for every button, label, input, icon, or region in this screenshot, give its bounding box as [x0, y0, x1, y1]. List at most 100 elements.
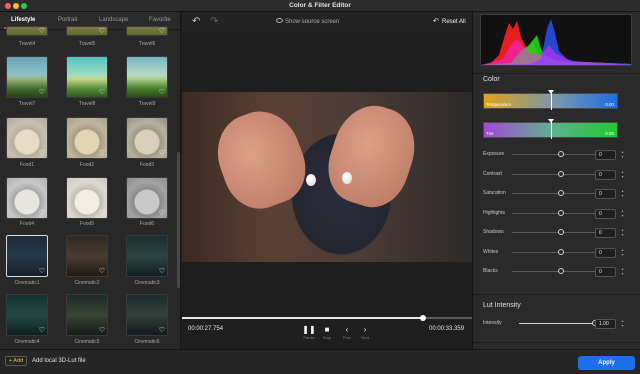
pause-button[interactable]: ❚❚ Pause: [299, 325, 319, 340]
next-button[interactable]: › Next: [355, 325, 375, 340]
heart-icon[interactable]: ♡: [99, 150, 105, 157]
temperature-handle-line[interactable]: [551, 92, 552, 110]
blacks-handle[interactable]: [557, 268, 564, 274]
preset-thumb-travel5[interactable]: ♡: [66, 26, 108, 36]
contrast-label: Contrast: [483, 171, 502, 177]
preset-thumb-food3[interactable]: ♡: [126, 117, 168, 159]
current-time: 00:00:27.754: [188, 326, 224, 332]
undo-icon[interactable]: ↶: [192, 16, 200, 27]
preset-thumb-travel7[interactable]: ♡: [6, 56, 48, 98]
heart-icon[interactable]: ♡: [39, 210, 45, 217]
heart-icon[interactable]: ♡: [99, 210, 105, 217]
heart-icon[interactable]: ♡: [159, 210, 165, 217]
temperature-handle[interactable]: [548, 90, 554, 94]
highlights-stepper[interactable]: ▴ ▾: [619, 208, 626, 219]
heart-icon[interactable]: ♡: [159, 268, 165, 275]
preset-label: Food5: [79, 221, 95, 227]
tab-portrait[interactable]: Portrait: [58, 17, 77, 23]
tab-favorite[interactable]: Favorite: [149, 17, 171, 23]
tint-handle-line[interactable]: [551, 121, 552, 139]
progress-handle[interactable]: [419, 315, 426, 321]
tab-landscape[interactable]: Landscape: [99, 17, 128, 23]
exposure-field[interactable]: 0: [595, 150, 616, 160]
heart-icon[interactable]: ♡: [39, 268, 45, 275]
preset-label: Travel5: [78, 41, 96, 47]
heart-icon[interactable]: ♡: [159, 89, 165, 96]
highlights-field[interactable]: 0: [595, 209, 616, 219]
preset-thumb-cinematic4[interactable]: ♡: [6, 294, 48, 336]
next-icon: ›: [363, 325, 367, 334]
tint-slider[interactable]: Tint 0.00: [483, 119, 618, 139]
preset-thumb-food4[interactable]: ♡: [6, 177, 48, 219]
reset-all-button[interactable]: Reset All: [442, 19, 466, 25]
heart-icon[interactable]: ♡: [99, 327, 105, 334]
preset-thumb-cinematic3[interactable]: ♡: [126, 235, 168, 277]
exposure-handle[interactable]: [557, 151, 564, 157]
saturation-stepper[interactable]: ▴ ▾: [619, 188, 626, 199]
heart-icon[interactable]: ♡: [99, 89, 105, 96]
preset-thumb-cinematic2[interactable]: ♡: [66, 235, 108, 277]
shadows-stepper[interactable]: ▴ ▾: [619, 227, 626, 238]
preset-thumb-travel8[interactable]: ♡: [66, 56, 108, 98]
divider: [473, 342, 640, 343]
preset-thumb-cinematic5[interactable]: ♡: [66, 294, 108, 336]
add-lut-button[interactable]: + Add: [5, 356, 27, 366]
blacks-stepper[interactable]: ▴ ▾: [619, 266, 626, 277]
preset-thumb-food6[interactable]: ♡: [126, 177, 168, 219]
preset-thumb-travel9[interactable]: ♡: [126, 56, 168, 98]
preset-thumb-travel6[interactable]: ♡: [126, 26, 168, 36]
reset-icon[interactable]: ↶: [433, 17, 439, 25]
heart-icon[interactable]: ♡: [39, 89, 45, 96]
heart-icon[interactable]: ♡: [159, 327, 165, 334]
preset-label: Food4: [19, 221, 35, 227]
heart-icon[interactable]: ♡: [159, 28, 165, 35]
preset-thumb-food2[interactable]: ♡: [66, 117, 108, 159]
intensity-stepper[interactable]: ▴ ▾: [619, 318, 626, 329]
total-time: 00:00:33.359: [429, 326, 465, 332]
exposure-stepper[interactable]: ▴ ▾: [619, 149, 626, 160]
next-label: Next: [360, 335, 370, 340]
heart-icon[interactable]: ♡: [39, 150, 45, 157]
video-preview[interactable]: [182, 92, 472, 262]
preset-scrollbar[interactable]: [177, 152, 180, 288]
heart-icon[interactable]: ♡: [39, 327, 45, 334]
contrast-stepper[interactable]: ▴ ▾: [619, 169, 626, 180]
preset-thumb-food1[interactable]: ♡: [6, 117, 48, 159]
contrast-field[interactable]: 0: [595, 170, 616, 180]
stop-button[interactable]: ■ Stop: [317, 325, 337, 340]
tint-handle[interactable]: [548, 119, 554, 123]
heart-icon[interactable]: ♡: [99, 268, 105, 275]
preset-thumb-cinematic6[interactable]: ♡: [126, 294, 168, 336]
shadows-handle[interactable]: [557, 229, 564, 235]
prev-button[interactable]: ‹ Prev: [337, 325, 357, 340]
apply-button[interactable]: Apply: [578, 356, 635, 370]
tab-lifestyle[interactable]: Lifestyle: [11, 17, 35, 23]
highlights-handle[interactable]: [557, 210, 564, 216]
shadows-field[interactable]: 0: [595, 228, 616, 238]
redo-icon[interactable]: ↷: [210, 16, 218, 27]
heart-icon[interactable]: ♡: [39, 28, 45, 35]
preview-toolbar: ↶ ↷ Show source screen ↶ Reset All: [182, 12, 472, 32]
saturation-field[interactable]: 0: [595, 189, 616, 199]
blacks-field[interactable]: 0: [595, 267, 616, 277]
intensity-slider[interactable]: [519, 320, 598, 326]
whites-stepper[interactable]: ▴ ▾: [619, 247, 626, 258]
show-source-toggle[interactable]: Show source screen: [285, 19, 339, 25]
intensity-field[interactable]: 1.00: [595, 319, 616, 329]
temperature-slider[interactable]: Temperature 0.00: [483, 90, 618, 110]
eye-icon[interactable]: [276, 18, 283, 23]
whites-field[interactable]: 0: [595, 248, 616, 258]
heart-icon[interactable]: ♡: [99, 28, 105, 35]
playback-progress[interactable]: [182, 315, 472, 321]
whites-handle[interactable]: [557, 249, 564, 255]
contrast-handle[interactable]: [557, 171, 564, 177]
preset-thumb-food5[interactable]: ♡: [66, 177, 108, 219]
preset-thumb-travel4[interactable]: ♡: [6, 26, 48, 36]
bottom-bar: + Add Add local 3D-Lut file Apply: [0, 349, 640, 374]
preset-thumb-cinematic1[interactable]: ♡: [6, 235, 48, 277]
left-hand: [206, 100, 316, 219]
saturation-handle[interactable]: [557, 190, 564, 196]
prev-icon: ‹: [345, 325, 349, 334]
stop-label: Stop: [322, 335, 332, 340]
heart-icon[interactable]: ♡: [159, 150, 165, 157]
